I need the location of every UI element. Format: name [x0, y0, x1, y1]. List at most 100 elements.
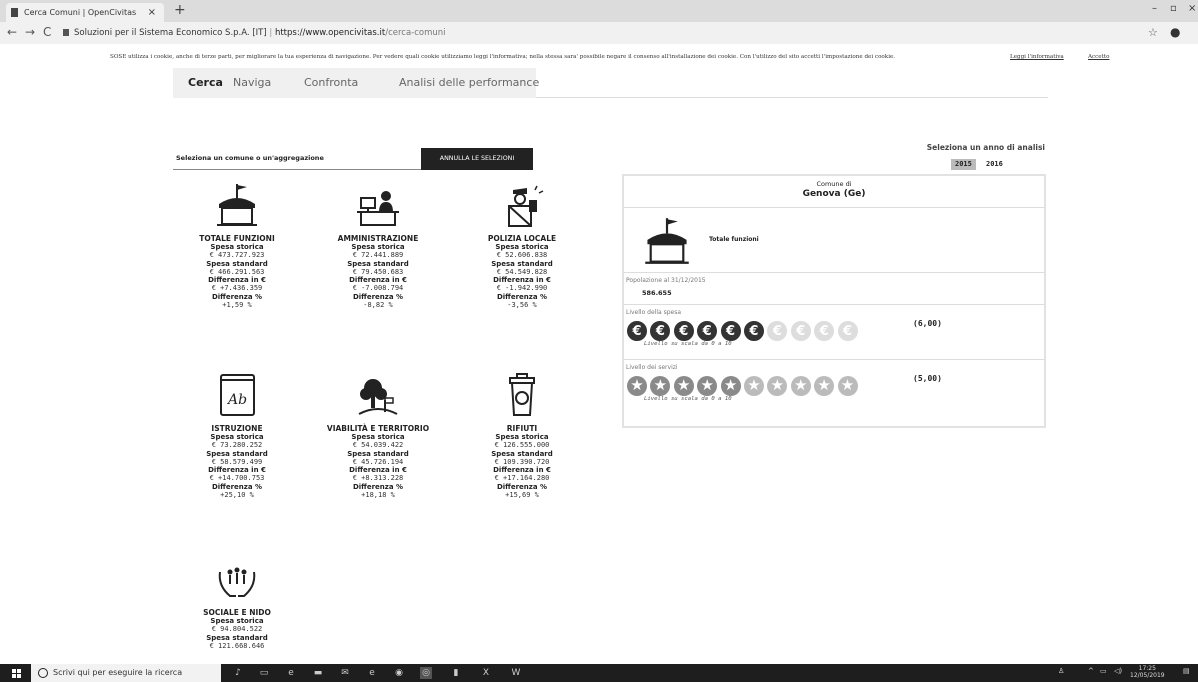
spesa-standard-label: Spesa standard: [206, 449, 268, 458]
diff-eur-value: € +17.164.280: [494, 474, 550, 483]
star-icon: ★: [837, 376, 858, 396]
minimize-button[interactable]: –: [1152, 3, 1157, 14]
nav-naviga[interactable]: Naviga: [233, 76, 271, 89]
tab-close-icon[interactable]: ×: [148, 3, 156, 22]
window-close-button[interactable]: ×: [1188, 3, 1196, 14]
taskbar-search-placeholder: Scrivi qui per eseguire la ricerca: [53, 668, 183, 677]
spesa-storica-value: € 126.555.000: [494, 441, 550, 450]
microphone-icon[interactable]: ♪: [232, 667, 244, 679]
diff-pct-label: Differenza %: [496, 292, 548, 301]
chrome-icon[interactable]: ◎: [420, 667, 432, 679]
euro-coin-icon: €: [627, 321, 647, 341]
diff-eur-label: Differenza in €: [208, 466, 266, 475]
spesa-scale-note: Livello su scala da 0 a 10: [644, 341, 732, 347]
euro-coin-icon: €: [814, 321, 835, 341]
profile-icon[interactable]: ●: [1170, 25, 1180, 39]
nav-analisi[interactable]: Analisi delle performance: [399, 76, 539, 89]
function-name: SOCIALE E NIDO: [203, 608, 271, 617]
reload-button[interactable]: C: [43, 25, 51, 39]
euro-coin-icon: €: [743, 321, 764, 341]
outlook-icon[interactable]: ✉: [339, 667, 351, 679]
cookie-info-link[interactable]: Leggi l'informativa: [1010, 54, 1064, 60]
euro-coin-icon: €: [697, 321, 718, 341]
new-tab-button[interactable]: +: [174, 2, 186, 18]
back-button[interactable]: ←: [7, 25, 17, 39]
ie-icon[interactable]: e: [366, 667, 378, 679]
network-icon[interactable]: ▭: [1100, 667, 1107, 675]
star-icon: ★: [650, 376, 671, 396]
url-field[interactable]: Soluzioni per il Sistema Economico S.p.A…: [60, 25, 1135, 41]
function-card-amministrazione[interactable]: AMMINISTRAZIONE Spesa storica € 72.441.8…: [318, 180, 438, 309]
tray-chevron-icon[interactable]: ^: [1088, 667, 1094, 675]
spesa-standard-label: Spesa standard: [491, 449, 553, 458]
euro-coin-icon: €: [767, 321, 788, 341]
task-view-icon[interactable]: ▭: [258, 667, 270, 679]
url-host: https://www.opencivitas.it: [274, 28, 386, 38]
function-name: AMMINISTRAZIONE: [337, 234, 419, 243]
reset-selection-button[interactable]: ANNULLA LE SELEZIONI: [421, 148, 533, 170]
function-card-rifiuti[interactable]: RIFIUTI Spesa storica € 126.555.000 Spes…: [462, 370, 582, 499]
taskbar-search[interactable]: Scrivi qui per eseguire la ricerca: [31, 664, 221, 682]
comune-select[interactable]: Seleziona un comune o un'aggregazione: [173, 148, 421, 170]
function-card-sociale[interactable]: SOCIALE E NIDO Spesa storica € 94.804.52…: [177, 554, 297, 650]
spesa-standard-value: € 109.390.720: [494, 457, 550, 466]
spesa-storica-label: Spesa storica: [351, 243, 405, 251]
pdf-icon[interactable]: ▮: [450, 667, 462, 679]
diff-eur-label: Differenza in €: [493, 466, 551, 475]
year-2016-button[interactable]: 2016: [982, 159, 1007, 170]
restore-button[interactable]: ▫: [1170, 3, 1177, 14]
comune-header: Comune di Genova (Ge): [624, 176, 1044, 208]
star-icon: ★: [720, 376, 741, 396]
euro-coin-icon: €: [790, 321, 811, 341]
bookmark-star-icon[interactable]: ☆: [1148, 26, 1158, 39]
star-icon: ★: [814, 376, 835, 396]
diff-pct-value: +25,10 %: [220, 491, 254, 500]
excel-icon[interactable]: X: [480, 667, 492, 679]
diff-pct-value: -8,82 %: [363, 301, 393, 310]
police-officer-icon: [462, 180, 582, 228]
spesa-standard-label: Spesa standard: [347, 449, 409, 458]
file-explorer-icon[interactable]: ▬: [312, 667, 324, 679]
diff-eur-value: € +8.313.228: [352, 474, 404, 483]
windows-start-icon[interactable]: [12, 669, 21, 678]
spesa-standard-value: € 466.291.563: [209, 267, 265, 276]
nav-confronta[interactable]: Confronta: [304, 76, 358, 89]
function-name: POLIZIA LOCALE: [487, 234, 557, 243]
euro-coin-icon: €: [650, 321, 671, 341]
spesa-coins: € € € € € € € € € €: [627, 321, 858, 341]
function-card-viabilita[interactable]: VIABILITÀ E TERRITORIO Spesa storica € 5…: [318, 370, 438, 499]
diff-pct-label: Differenza %: [211, 292, 263, 301]
forward-button[interactable]: →: [25, 25, 35, 39]
firefox-icon[interactable]: ◉: [393, 667, 405, 679]
livello-spesa-label: Livello della spesa: [626, 309, 682, 316]
people-icon[interactable]: ♙: [1058, 667, 1064, 675]
function-name: VIABILITÀ E TERRITORIO: [326, 424, 430, 433]
servizi-score: (5,00): [913, 374, 942, 383]
site-navigation: Cerca Naviga Confronta Analisi delle per…: [173, 68, 1048, 98]
servizi-stars: ★ ★ ★ ★ ★ ★ ★ ★ ★ ★: [627, 376, 858, 396]
edge-icon[interactable]: e: [285, 667, 297, 679]
function-card-istruzione[interactable]: Ab ISTRUZIONE Spesa storica € 73.280.252…: [177, 370, 297, 499]
browser-tab-bar: Cerca Comuni | OpenCivitas × + – ▫ ×: [0, 0, 1198, 22]
function-card-polizia[interactable]: POLIZIA LOCALE Spesa storica € 52.606.83…: [462, 180, 582, 309]
clock[interactable]: 17:25 12/05/2019: [1130, 665, 1165, 679]
cookie-accept-link[interactable]: Accetto: [1088, 54, 1109, 60]
popolazione-label: Popolazione al 31/12/2015: [626, 277, 706, 284]
notifications-icon[interactable]: ▤: [1183, 667, 1190, 675]
diff-eur-label: Differenza in €: [493, 276, 551, 285]
volume-icon[interactable]: ◁): [1114, 667, 1122, 675]
browser-tab[interactable]: Cerca Comuni | OpenCivitas ×: [6, 3, 164, 22]
spesa-storica-label: Spesa storica: [495, 243, 549, 251]
spesa-storica-label: Spesa storica: [210, 617, 264, 625]
function-card-totale[interactable]: TOTALE FUNZIONI Spesa storica € 473.727.…: [177, 180, 297, 309]
diff-pct-label: Differenza %: [352, 482, 404, 491]
year-2015-button[interactable]: 2015: [951, 159, 976, 170]
spesa-storica-value: € 54.039.422: [352, 441, 404, 450]
spesa-standard-label: Spesa standard: [206, 633, 268, 642]
word-icon[interactable]: W: [510, 667, 522, 679]
spesa-standard-value: € 79.450.683: [352, 267, 404, 276]
star-icon: ★: [767, 376, 788, 396]
nav-cerca[interactable]: Cerca: [188, 76, 223, 89]
diff-pct-label: Differenza %: [496, 482, 548, 491]
spesa-storica-label: Spesa storica: [351, 433, 405, 441]
